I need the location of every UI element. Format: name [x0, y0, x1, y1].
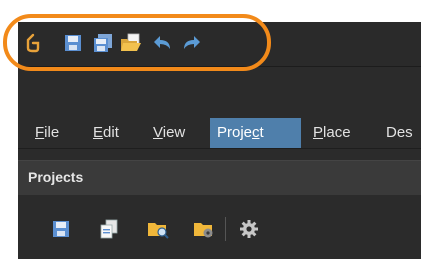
- save-all-icon[interactable]: [92, 32, 114, 54]
- copy-icon[interactable]: [98, 218, 120, 240]
- gear-icon[interactable]: [238, 218, 260, 240]
- redo-icon[interactable]: [180, 32, 202, 54]
- app-logo-icon[interactable]: [22, 32, 44, 54]
- projects-panel-header: Projects: [18, 160, 421, 196]
- menu-project[interactable]: Project: [210, 118, 301, 148]
- toolbar-separator: [225, 217, 226, 241]
- menu-place[interactable]: Place: [306, 118, 358, 148]
- projects-panel-toolbar: [18, 195, 421, 259]
- folder-search-icon[interactable]: [147, 218, 169, 240]
- undo-icon[interactable]: [152, 32, 174, 54]
- save-icon[interactable]: [62, 32, 84, 54]
- quick-access-toolbar: [18, 22, 421, 67]
- menu-view[interactable]: View: [146, 118, 192, 148]
- folder-settings-icon[interactable]: [193, 218, 215, 240]
- toolbar-spacer: [18, 67, 421, 107]
- menu-design[interactable]: Des: [379, 118, 420, 148]
- app-window: File Edit View Project Place Des Project…: [18, 22, 421, 259]
- open-folder-icon[interactable]: [120, 32, 142, 54]
- menu-file[interactable]: File: [28, 118, 66, 148]
- save-icon[interactable]: [50, 218, 72, 240]
- menu-edit[interactable]: Edit: [86, 118, 126, 148]
- projects-panel-title: Projects: [28, 169, 84, 185]
- menu-bar: File Edit View Project Place Des: [18, 108, 421, 149]
